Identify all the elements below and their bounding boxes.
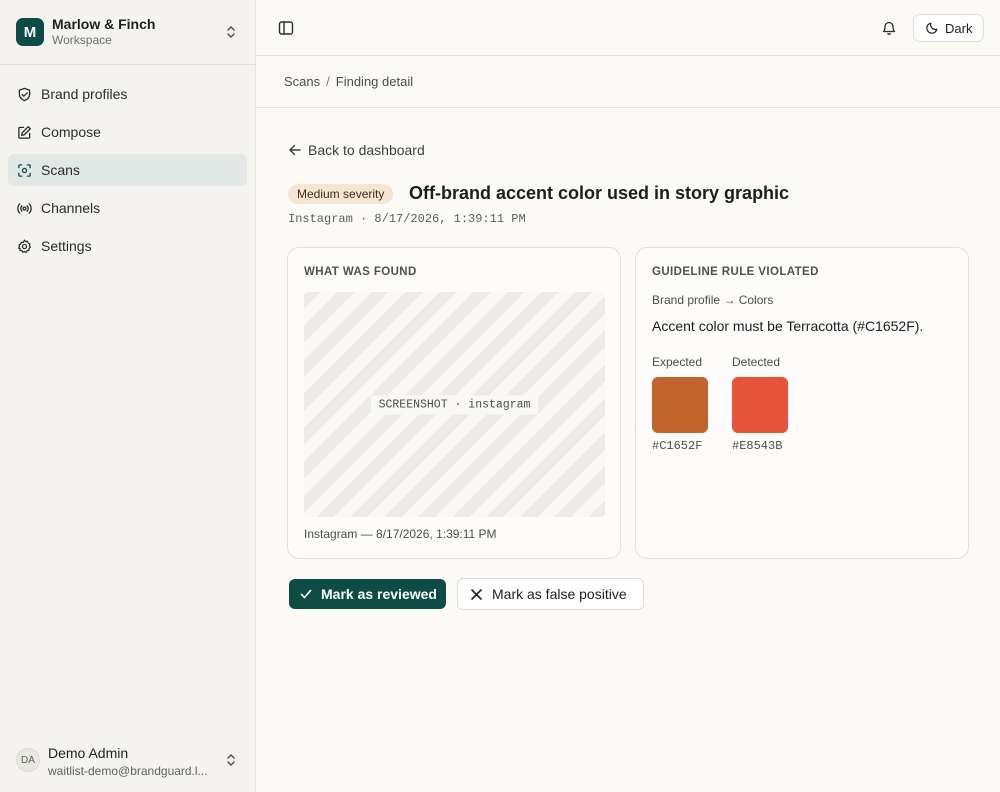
screenshot-caption: Instagram — 8/17/2026, 1:39:11 PM	[304, 527, 497, 541]
edit-icon	[18, 125, 31, 139]
severity-badge: Medium severity	[288, 184, 394, 204]
workspace-subtitle: Workspace	[52, 33, 112, 47]
sidebar-item-label: Settings	[41, 238, 92, 254]
close-icon	[471, 588, 482, 600]
check-icon	[300, 589, 312, 599]
sidebar-item-label: Scans	[41, 162, 80, 178]
screenshot-placeholder: SCREENSHOT · instagram	[304, 292, 605, 517]
back-link-label: Back to dashboard	[308, 142, 425, 158]
finding-meta: Instagram · 8/17/2026, 1:39:11 PM	[288, 212, 526, 226]
sidebar-toggle-icon[interactable]	[278, 20, 294, 36]
chevrons-up-down-icon	[227, 26, 235, 38]
chevrons-up-down-icon	[227, 754, 235, 766]
sidebar-item-channels[interactable]: Channels	[8, 192, 247, 224]
breadcrumb: Scans / Finding detail	[284, 74, 413, 89]
page-title: Off-brand accent color used in story gra…	[409, 183, 790, 203]
arrow-left-icon	[289, 144, 301, 156]
workspace-switcher[interactable]: M Marlow & Finch Workspace	[0, 0, 255, 65]
sidebar-item-brand-profiles[interactable]: Brand profiles	[8, 78, 247, 110]
bell-icon[interactable]	[881, 20, 897, 36]
sidebar: M Marlow & Finch Workspace Brand profile…	[0, 0, 256, 792]
breadcrumb-separator: /	[326, 74, 330, 89]
sidebar-item-settings[interactable]: Settings	[8, 230, 247, 262]
expected-label: Expected	[652, 355, 703, 369]
workspace-name: Marlow & Finch	[52, 16, 156, 32]
sidebar-item-compose[interactable]: Compose	[8, 116, 247, 148]
topbar: Dark	[256, 0, 1000, 56]
sidebar-item-scans[interactable]: Scans	[8, 154, 247, 186]
shield-check-icon	[18, 87, 31, 101]
sidebar-item-label: Compose	[41, 124, 101, 140]
theme-toggle-button[interactable]: Dark	[913, 14, 984, 42]
breadcrumb-current: Finding detail	[335, 74, 414, 89]
rule-text: Accent color must be Terracotta (#C1652F…	[652, 318, 924, 334]
moon-icon	[926, 22, 938, 34]
gear-icon	[17, 239, 32, 253]
card-heading: GUIDELINE RULE VIOLATED	[652, 266, 819, 278]
theme-toggle-label: Dark	[945, 20, 973, 36]
card-heading: WHAT WAS FOUND	[304, 266, 417, 278]
detected-swatch	[732, 377, 788, 433]
broadcast-icon	[17, 202, 32, 214]
guideline-rule-card: GUIDELINE RULE VIOLATED Brand profile → …	[635, 247, 969, 559]
breadcrumb-link-scans[interactable]: Scans	[284, 74, 320, 89]
sidebar-item-label: Channels	[41, 200, 101, 216]
scan-icon	[18, 163, 31, 177]
detected-hex: #E8543B	[732, 439, 783, 453]
rule-path: Brand profile → Colors	[652, 293, 774, 307]
expected-hex: #C1652F	[652, 439, 703, 453]
detected-label: Detected	[732, 355, 781, 369]
mark-reviewed-button[interactable]: Mark as reviewed	[289, 579, 446, 609]
mark-false-positive-button[interactable]: Mark as false positive	[457, 578, 644, 610]
what-was-found-card: WHAT WAS FOUND SCREENSHOT · instagram In…	[287, 247, 621, 559]
workspace-logo: M	[16, 18, 44, 46]
user-name: Demo Admin	[48, 745, 129, 761]
mark-reviewed-label: Mark as reviewed	[321, 586, 437, 602]
avatar: DA	[16, 748, 40, 772]
user-email: waitlist-demo@brandguard.l...	[48, 764, 208, 778]
sidebar-item-label: Brand profiles	[41, 86, 128, 102]
screenshot-label: SCREENSHOT · instagram	[370, 395, 539, 414]
expected-swatch	[652, 377, 708, 433]
mark-false-positive-label: Mark as false positive	[492, 586, 627, 602]
back-link[interactable]: Back to dashboard	[288, 142, 425, 158]
breadcrumb-bar: Scans / Finding detail	[256, 56, 1000, 108]
user-menu[interactable]: DA Demo Admin waitlist-demo@brandguard.l…	[0, 736, 255, 792]
sidebar-nav: Brand profiles Compose Scans Channels Se…	[8, 78, 247, 268]
